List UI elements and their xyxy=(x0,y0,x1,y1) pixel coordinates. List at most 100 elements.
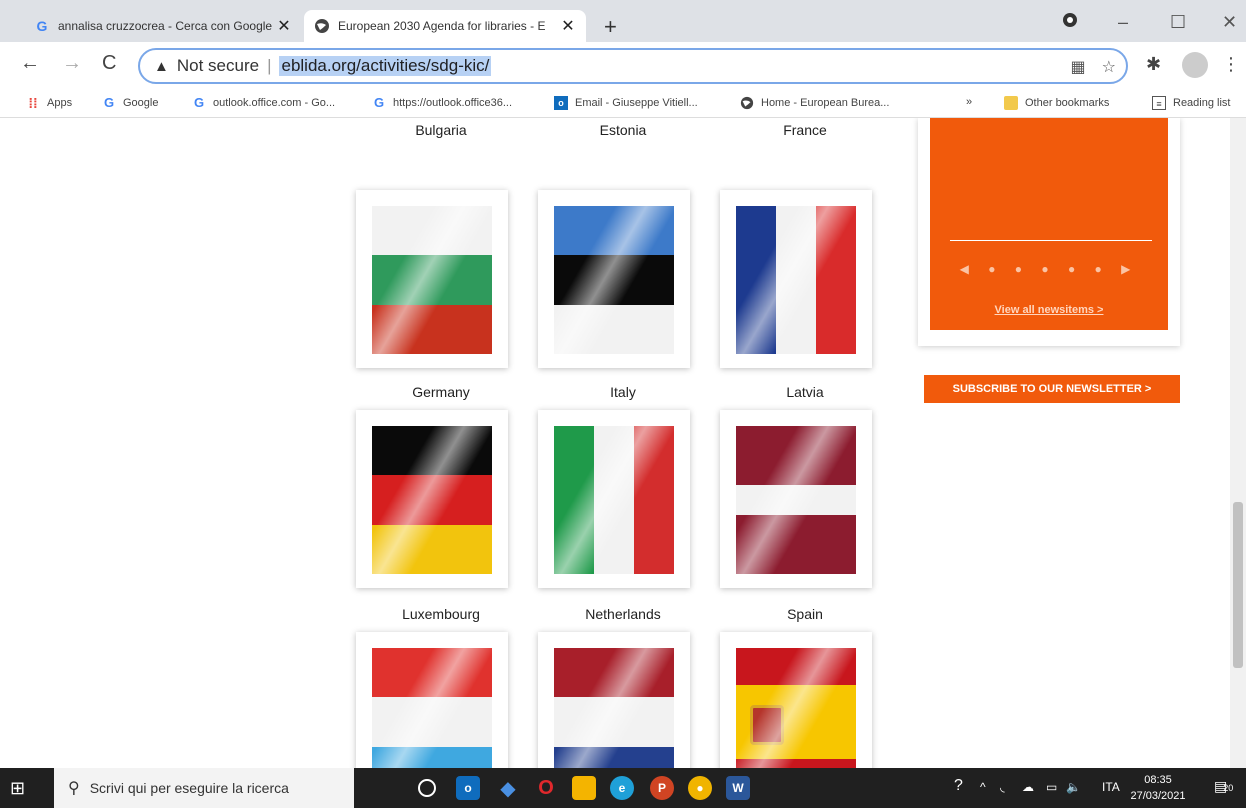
google-icon: G xyxy=(36,18,48,34)
flag-card-bulgaria[interactable] xyxy=(356,190,508,368)
bookmark-outlook-office365[interactable]: G https://outlook.office36... xyxy=(372,96,512,110)
bookmark-home-european[interactable]: Home - European Burea... xyxy=(740,96,889,110)
clock-time: 08:35 xyxy=(1144,774,1172,786)
close-tab-icon[interactable]: ✕ xyxy=(276,16,292,36)
bookmarks-overflow-button[interactable]: » xyxy=(966,96,972,108)
scrollbar[interactable] xyxy=(1230,118,1246,768)
search-icon: ⚲ xyxy=(68,780,80,797)
opera-icon[interactable]: O xyxy=(534,776,558,800)
notification-count: 20 xyxy=(1223,783,1234,793)
volume-icon[interactable]: 🔈 xyxy=(1066,780,1081,794)
bookmark-label: Google xyxy=(123,97,159,109)
reading-list-label: Reading list xyxy=(1173,97,1231,109)
google-icon: G xyxy=(193,95,205,110)
other-bookmarks[interactable]: Other bookmarks xyxy=(1004,96,1109,110)
flag-card-luxembourg[interactable] xyxy=(356,632,508,768)
italy-flag xyxy=(554,426,674,574)
flag-label-bulgaria: Bulgaria xyxy=(415,122,467,138)
flag-label-netherlands: Netherlands xyxy=(585,606,661,622)
bookmark-label: Email - Giuseppe Vitiell... xyxy=(575,97,698,109)
security-label[interactable]: Not secure xyxy=(177,56,259,76)
subscribe-newsletter-button[interactable]: SUBSCRIBE TO OUR NEWSLETTER > xyxy=(924,375,1180,403)
tab-title: European 2030 Agenda for libraries - E xyxy=(338,19,546,33)
tab-title: annalisa cruzzocrea - Cerca con Google xyxy=(58,19,273,33)
other-bookmarks-label: Other bookmarks xyxy=(1025,97,1110,109)
bookmark-label: outlook.office.com - Go... xyxy=(213,97,336,109)
netherlands-flag xyxy=(554,648,674,768)
outlook-app-icon[interactable]: o xyxy=(456,776,480,800)
flag-label-germany: Germany xyxy=(412,384,470,400)
apps-grid-icon: ⁞⁞ xyxy=(28,95,38,111)
maximize-button[interactable]: ☐ xyxy=(1170,12,1186,33)
bookmarks-bar: ⁞⁞ Apps G Google G outlook.office.com - … xyxy=(0,90,1246,118)
profile-indicator-icon[interactable] xyxy=(1062,12,1078,33)
view-all-newsitems-link[interactable]: View all newsitems > xyxy=(930,304,1168,316)
new-tab-button[interactable]: + xyxy=(604,14,617,40)
spain-flag xyxy=(736,648,856,768)
search-placeholder: Scrivi qui per eseguire la ricerca xyxy=(89,780,289,796)
flag-label-spain: Spain xyxy=(787,606,823,622)
flag-card-estonia[interactable] xyxy=(538,190,690,368)
flag-card-latvia[interactable] xyxy=(720,410,872,588)
droplet-app-icon[interactable]: ◆ xyxy=(496,776,520,800)
menu-kebab-icon[interactable]: ⋮ xyxy=(1222,54,1240,75)
powerpoint-icon[interactable]: P xyxy=(650,776,674,800)
bookmark-label: Apps xyxy=(47,97,73,109)
help-icon[interactable]: ? xyxy=(954,777,963,795)
show-hidden-icons-chevron-icon[interactable]: ^ xyxy=(980,780,986,794)
flag-label-france: France xyxy=(783,122,827,138)
luxembourg-flag xyxy=(372,648,492,768)
divider xyxy=(950,240,1152,241)
network-icon[interactable]: ◟ xyxy=(1000,780,1005,794)
extensions-puzzle-icon[interactable]: ✱ xyxy=(1146,54,1161,75)
page-content: Bulgaria Estonia France Germany Italy La… xyxy=(0,118,1246,768)
url-text[interactable]: eblida.org/activities/sdg-kic/ xyxy=(279,56,492,76)
windows-start-icon[interactable]: ⊞ xyxy=(10,778,25,799)
close-window-button[interactable]: ✕ xyxy=(1222,12,1237,33)
bookmark-outlook-google[interactable]: G outlook.office.com - Go... xyxy=(192,96,335,110)
taskbar-search[interactable]: ⚲ Scrivi qui per eseguire la ricerca xyxy=(54,768,354,808)
flag-card-germany[interactable] xyxy=(356,410,508,588)
battery-icon[interactable]: ▭ xyxy=(1046,780,1057,794)
flag-card-france[interactable] xyxy=(720,190,872,368)
clock[interactable]: 08:35 27/03/2021 xyxy=(1130,772,1186,804)
notifications-icon[interactable]: ▤20 xyxy=(1214,778,1233,795)
windows-taskbar: ⊞ ⚲ Scrivi qui per eseguire la ricerca o… xyxy=(0,768,1246,808)
qr-code-icon[interactable]: ▦ xyxy=(1071,57,1086,77)
flag-label-italy: Italy xyxy=(610,384,636,400)
reload-button[interactable]: C xyxy=(102,52,116,75)
bookmark-star-icon[interactable]: ☆ xyxy=(1102,57,1116,77)
estonia-flag xyxy=(554,206,674,354)
language-indicator[interactable]: ITA xyxy=(1102,780,1120,794)
cortana-icon[interactable] xyxy=(418,779,436,797)
tab-eblida[interactable]: European 2030 Agenda for libraries - E ✕ xyxy=(304,10,586,42)
avatar[interactable] xyxy=(1182,52,1208,78)
word-icon[interactable]: W xyxy=(726,776,750,800)
forward-button[interactable]: → xyxy=(62,52,82,75)
flag-card-spain[interactable] xyxy=(720,632,872,768)
bookmark-apps[interactable]: ⁞⁞ Apps xyxy=(26,96,72,110)
folder-icon xyxy=(1004,96,1018,110)
bookmark-label: Home - European Burea... xyxy=(761,97,890,109)
bookmark-email[interactable]: o Email - Giuseppe Vitiell... xyxy=(554,96,698,110)
scrollbar-thumb[interactable] xyxy=(1233,502,1243,668)
reading-list[interactable]: ≡ Reading list xyxy=(1152,96,1230,110)
address-bar[interactable]: ▲ Not secure | eblida.org/activities/sdg… xyxy=(138,48,1128,84)
minimize-button[interactable]: – xyxy=(1118,12,1128,33)
flag-card-netherlands[interactable] xyxy=(538,632,690,768)
flag-card-italy[interactable] xyxy=(538,410,690,588)
file-explorer-icon[interactable] xyxy=(572,776,596,800)
tab-google-search[interactable]: G annalisa cruzzocrea - Cerca con Google… xyxy=(24,10,302,42)
bulgaria-flag xyxy=(372,206,492,354)
news-pager[interactable]: ◀ ● ● ● ● ● ▶ xyxy=(930,262,1168,276)
reading-list-icon: ≡ xyxy=(1152,96,1166,110)
onedrive-icon[interactable]: ☁ xyxy=(1022,780,1034,794)
close-tab-icon[interactable]: ✕ xyxy=(560,16,576,36)
news-panel: ◀ ● ● ● ● ● ▶ View all newsitems > xyxy=(930,118,1168,330)
flag-label-latvia: Latvia xyxy=(786,384,824,400)
back-button[interactable]: ← xyxy=(20,52,40,75)
bookmark-google[interactable]: G Google xyxy=(102,96,159,110)
chrome-icon[interactable]: ● xyxy=(688,776,712,800)
warning-icon[interactable]: ▲ xyxy=(154,58,169,75)
edge-icon[interactable]: e xyxy=(610,776,634,800)
